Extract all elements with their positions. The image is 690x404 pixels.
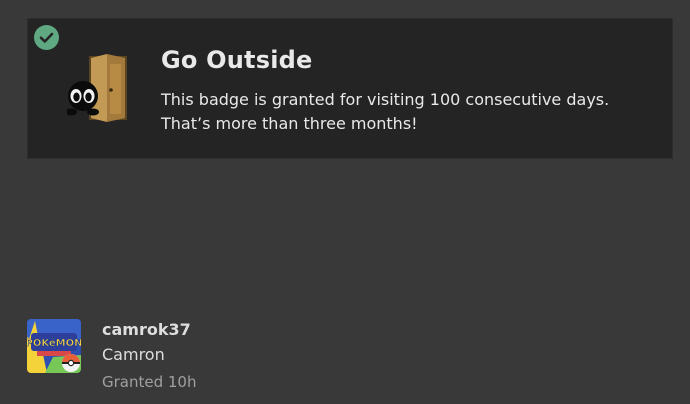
username[interactable]: camrok37	[102, 320, 191, 339]
granted-timestamp: Granted 10h	[102, 373, 197, 391]
badge-description-line-2: That’s more than three months!	[161, 114, 418, 133]
svg-text:POKéMON: POKéMON	[27, 337, 81, 349]
badge-description-line-1: This badge is granted for visiting 100 c…	[161, 90, 610, 109]
door-with-creature-icon	[65, 54, 133, 122]
check-icon	[34, 25, 59, 50]
granted-user-item: POKéMON camrok37 Camron Granted 10h	[27, 319, 427, 399]
badge-description: This badge is granted for visiting 100 c…	[161, 88, 661, 136]
pokemon-avatar-icon[interactable]: POKéMON	[27, 319, 81, 373]
user-display-name: Camron	[102, 345, 165, 364]
page: Go Outside This badge is granted for vis…	[0, 0, 690, 404]
badge-title[interactable]: Go Outside	[161, 46, 312, 74]
